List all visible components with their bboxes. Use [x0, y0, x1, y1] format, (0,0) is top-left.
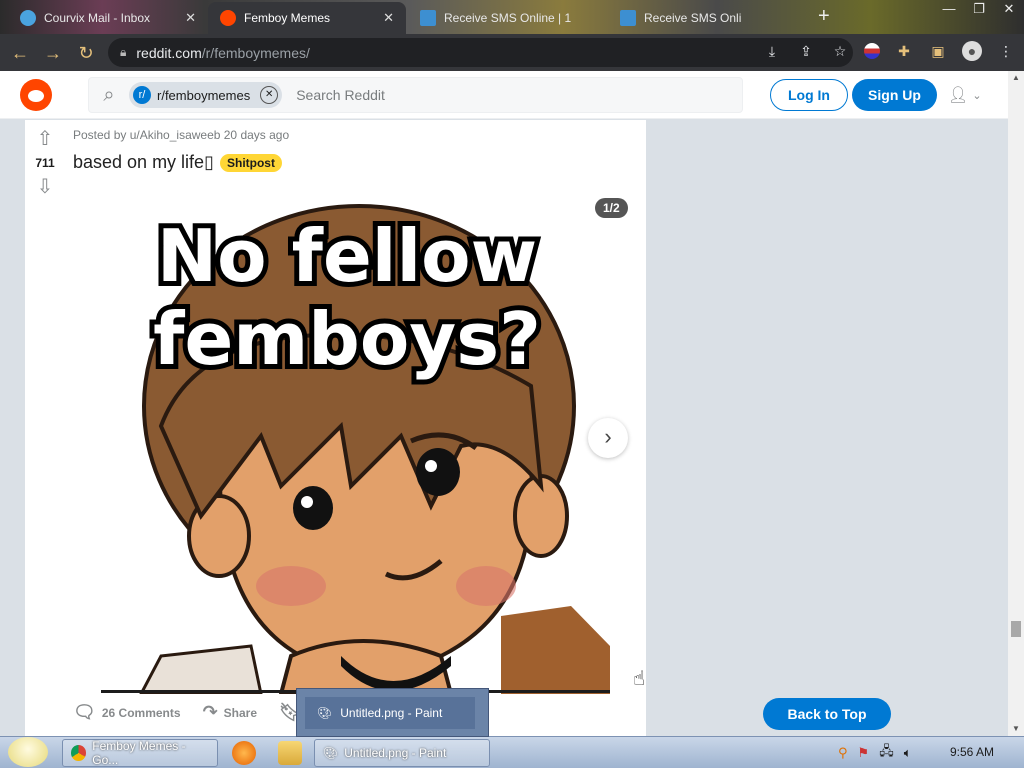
post-flair[interactable]: Shitpost — [219, 153, 282, 172]
url-path: /r/femboymemes/ — [201, 44, 310, 61]
tab-label: Femboy Memes — [244, 11, 331, 25]
share-label: Share — [223, 705, 258, 720]
close-window-icon[interactable]: ✕ — [994, 0, 1024, 20]
subreddit-filter-chip[interactable]: r/ r/femboymemes ✕ — [129, 82, 283, 108]
volume-icon[interactable]: 🔈︎ — [904, 745, 912, 761]
forward-arrow-icon[interactable]: → — [40, 40, 66, 66]
search-input[interactable] — [296, 87, 597, 103]
upvote-icon[interactable]: ⇧ — [37, 128, 54, 150]
file-explorer-icon[interactable] — [278, 741, 302, 765]
scrollbar-thumb[interactable] — [1011, 621, 1021, 637]
reload-icon[interactable]: ↻ — [73, 40, 99, 66]
maximize-icon[interactable]: ❐ — [964, 0, 994, 20]
window-controls: — ❐ ✕ — [934, 0, 1024, 20]
sms-favicon-icon — [620, 10, 636, 26]
post-image[interactable]: No fellow femboys? — [101, 186, 610, 694]
browser-toolbar: ← → ↻ 🔒︎ reddit.com/r/femboymemes/ ⤓ ⇪ ☆… — [0, 34, 1024, 71]
search-tray-icon[interactable]: ⚲ — [838, 745, 848, 761]
share-arrow-icon: ↷ — [202, 702, 218, 722]
taskbar-thumbnail-preview[interactable]: 🎨︎ Untitled.png - Paint — [296, 688, 489, 737]
chrome-icon — [71, 745, 87, 761]
reddit-favicon-icon — [220, 10, 236, 26]
share-button[interactable]: ↷ Share — [203, 702, 257, 723]
close-tab-icon[interactable]: ✕ — [185, 10, 196, 26]
paint-icon: 🎨︎ — [323, 746, 339, 760]
reddit-header: ⌕ r/ r/femboymemes ✕ Log In Sign Up 👤︎ ⌄ — [0, 71, 1008, 119]
tab-label: Receive SMS Online | 1 — [444, 11, 572, 25]
toolbar-actions: ⤓ ⇪ ☆ ✚ ▣ ● ⋮ — [762, 41, 1016, 61]
bookmark-star-icon[interactable]: ☆ — [830, 41, 850, 61]
tab-label: Receive SMS Onli — [644, 11, 742, 25]
login-button[interactable]: Log In — [770, 79, 848, 111]
user-menu-dropdown[interactable]: 👤︎ ⌄ — [948, 83, 988, 107]
url-host: reddit.com — [136, 44, 202, 61]
close-tab-icon[interactable]: ✕ — [383, 10, 394, 26]
scroll-up-icon[interactable]: ▲ — [1008, 71, 1024, 85]
page-scrollbar[interactable]: ▲ ▼ — [1008, 71, 1024, 736]
reddit-logo-icon[interactable] — [20, 79, 52, 111]
tab-receive-sms-2[interactable]: Receive SMS Onli — [608, 2, 814, 34]
tab-receive-sms-1[interactable]: Receive SMS Online | 1 — [408, 2, 606, 34]
post-actions: 🗨︎ 26 Comments ↷ Share 🔖︎ — [73, 702, 302, 723]
tab-femboy-memes[interactable]: Femboy Memes ✕ — [208, 2, 406, 34]
network-icon[interactable]: 🖧︎ — [879, 742, 894, 764]
search-icon: ⌕ — [103, 83, 115, 106]
remove-chip-icon[interactable]: ✕ — [260, 86, 279, 104]
subreddit-chip-label: r/femboymemes — [157, 87, 251, 103]
meme-illustration: No fellow femboys? — [139, 204, 610, 694]
chevron-down-icon: ⌄ — [972, 89, 982, 102]
signup-button[interactable]: Sign Up — [852, 79, 937, 111]
tab-label: Courvix Mail - Inbox — [44, 11, 151, 25]
downvote-icon[interactable]: ⇩ — [37, 176, 54, 198]
vote-count: 711 — [35, 156, 55, 170]
hand-cursor-icon: ☝︎ — [633, 668, 646, 690]
minimize-icon[interactable]: — — [934, 0, 964, 20]
flag-extension-icon[interactable] — [864, 43, 880, 59]
preview-label: Untitled.png - Paint — [340, 706, 443, 720]
paint-icon: 🎨︎ — [317, 706, 333, 720]
meme-caption-line2: femboys? — [153, 297, 541, 381]
task-label: Femboy Memes - Go... — [92, 739, 186, 767]
share-page-icon[interactable]: ⇪ — [796, 41, 816, 61]
gallery-next-button[interactable]: › — [588, 418, 628, 458]
gallery-counter: 1/2 — [595, 198, 628, 218]
subreddit-icon: r/ — [133, 86, 151, 104]
comment-bubble-icon: 🗨︎ — [73, 702, 96, 722]
start-button[interactable] — [8, 737, 48, 767]
mail-favicon-icon — [20, 10, 36, 26]
browser-menu-icon[interactable]: ⋮ — [996, 41, 1016, 61]
firefox-icon[interactable] — [232, 741, 256, 765]
taskbar-task-paint[interactable]: 🎨︎ Untitled.png - Paint — [314, 739, 490, 767]
new-tab-button[interactable]: + — [818, 6, 830, 26]
search-bar[interactable]: ⌕ r/ r/femboymemes ✕ — [88, 77, 743, 113]
scroll-down-icon[interactable]: ▼ — [1008, 722, 1024, 736]
lock-icon: 🔒︎ — [120, 45, 127, 59]
back-arrow-icon[interactable]: ← — [7, 40, 33, 66]
sms-favicon-icon — [420, 10, 436, 26]
vote-column: ⇧ 711 ⇩ — [25, 120, 65, 736]
chevron-right-icon: › — [604, 424, 612, 449]
post-meta: Posted by u/Akiho_isaweeb 20 days ago — [73, 128, 290, 142]
meme-caption-line1: No fellow — [157, 214, 537, 298]
taskbar-task-chrome[interactable]: Femboy Memes - Go... — [62, 739, 218, 767]
extensions-puzzle-icon[interactable]: ✚ — [894, 41, 914, 61]
tab-courvix-mail[interactable]: Courvix Mail - Inbox ✕ — [8, 2, 208, 34]
side-panel-icon[interactable]: ▣ — [928, 41, 948, 61]
back-to-top-button[interactable]: Back to Top — [763, 698, 891, 730]
post-card: ⇧ 711 ⇩ Posted by u/Akiho_isaweeb 20 day… — [25, 120, 646, 736]
browser-tab-strip: Courvix Mail - Inbox ✕ Femboy Memes ✕ Re… — [0, 0, 1024, 34]
post-title[interactable]: based on my life▯ — [73, 152, 214, 173]
action-center-flag-icon[interactable]: ⚑ — [858, 745, 870, 761]
address-bar[interactable]: 🔒︎ reddit.com/r/femboymemes/ — [108, 38, 853, 67]
install-app-icon[interactable]: ⤓ — [762, 41, 782, 61]
preview-item[interactable]: 🎨︎ Untitled.png - Paint — [305, 697, 475, 729]
profile-avatar-icon[interactable]: ● — [962, 41, 982, 61]
comments-button[interactable]: 🗨︎ 26 Comments — [73, 702, 181, 723]
post-title-row: based on my life▯ Shitpost — [73, 152, 282, 173]
taskbar-clock[interactable]: 9:56 AM — [950, 745, 994, 759]
user-icon: 👤︎ — [948, 87, 969, 104]
comments-label: 26 Comments — [101, 705, 181, 720]
system-tray: ⚲ ⚑ 🖧︎ 🔈︎ — [838, 742, 912, 764]
task-label: Untitled.png - Paint — [344, 746, 447, 760]
